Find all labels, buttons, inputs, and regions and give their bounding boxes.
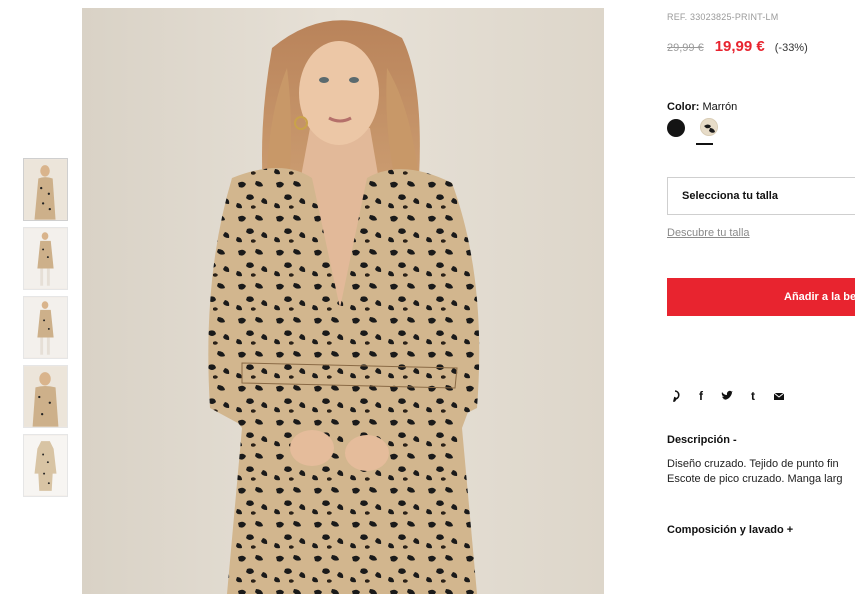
discount-badge: (-33%) — [774, 42, 808, 54]
main-product-image[interactable] — [82, 8, 604, 594]
price-block: 29,99 € 19,99 € (-33%) — [667, 38, 808, 55]
thumbnail-5[interactable] — [23, 434, 68, 497]
composition-toggle[interactable]: Composición y lavado + — [667, 524, 793, 536]
color-row: Color: Marrón — [667, 101, 737, 113]
swatch-black[interactable] — [667, 119, 685, 137]
size-guide-link[interactable]: Descubre tu talla — [667, 227, 750, 239]
product-info-panel: REF. 33023825-PRINT-LM 29,99 € 19,99 € (… — [667, 0, 855, 594]
social-share-bar: f t — [667, 388, 787, 404]
twitter-icon[interactable] — [719, 388, 735, 404]
thumbnail-2[interactable] — [23, 227, 68, 290]
thumbnail-3[interactable] — [23, 296, 68, 359]
description-text: Diseño cruzado. Tejido de punto fin Esco… — [667, 457, 843, 487]
swatch-print[interactable] — [700, 118, 718, 136]
tumblr-icon[interactable]: t — [745, 388, 761, 404]
description-line-2: Escote de pico cruzado. Manga larg — [667, 473, 843, 485]
email-icon[interactable] — [771, 388, 787, 404]
color-label: Color: — [667, 101, 700, 113]
pinterest-icon[interactable] — [667, 388, 683, 404]
original-price: 29,99 € — [667, 42, 704, 54]
selected-swatch-indicator — [696, 143, 713, 145]
sale-price: 19,99 € — [714, 38, 765, 55]
description-line-1: Diseño cruzado. Tejido de punto fin — [667, 458, 839, 470]
size-select[interactable]: Selecciona tu talla — [667, 177, 855, 215]
product-reference: REF. 33023825-PRINT-LM — [667, 12, 779, 22]
thumbnail-4[interactable] — [23, 365, 68, 428]
thumbnail-gallery — [23, 158, 68, 503]
add-to-bag-button[interactable]: Añadir a la be — [667, 278, 855, 316]
thumbnail-1[interactable] — [23, 158, 68, 221]
color-swatches — [667, 118, 718, 137]
color-value: Marrón — [702, 101, 738, 113]
description-toggle[interactable]: Descripción - — [667, 434, 737, 446]
facebook-icon[interactable]: f — [693, 388, 709, 404]
